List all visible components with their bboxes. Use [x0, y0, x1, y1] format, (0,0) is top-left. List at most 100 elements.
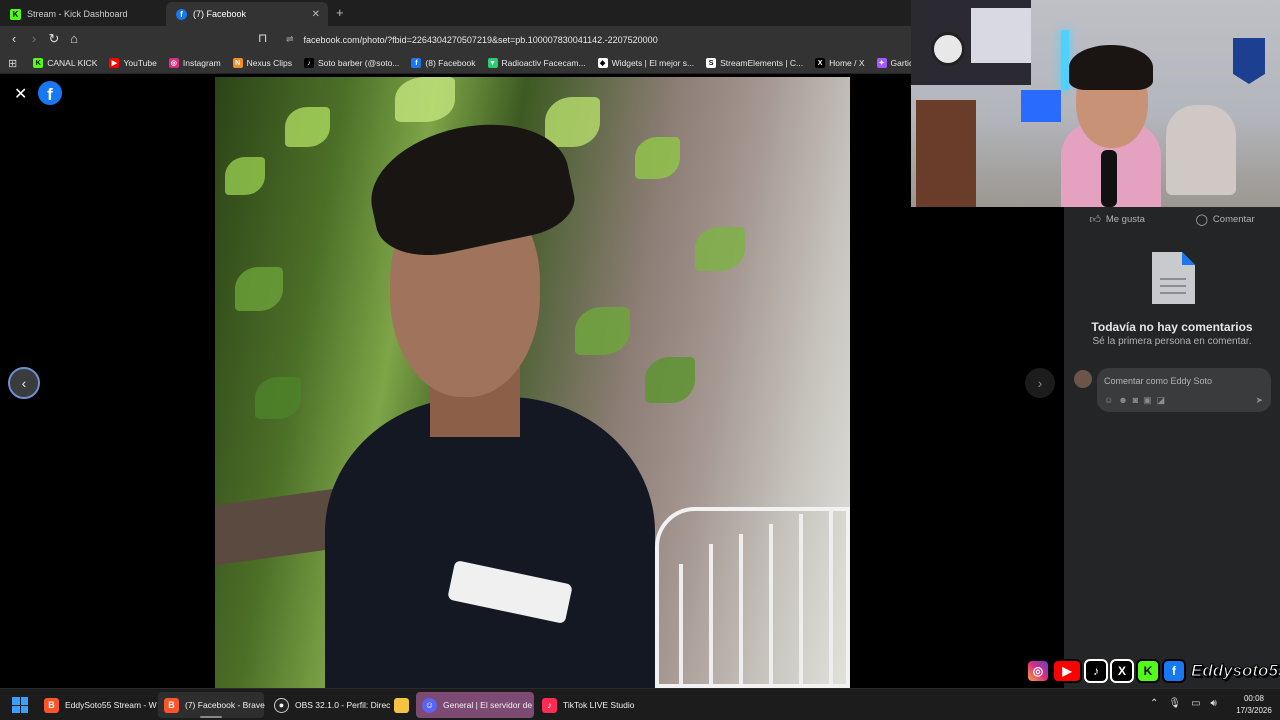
widgets-icon: ◆ [597, 58, 608, 68]
previous-photo-button[interactable]: ‹ [8, 367, 40, 399]
discord-icon: ☺ [422, 697, 437, 713]
tab-label: (7) Facebook [193, 9, 247, 19]
tab-kick-dashboard[interactable]: K Stream - Kick Dashboard [0, 2, 166, 26]
instagram-icon: ◎ [168, 58, 179, 68]
facebook-icon: f [176, 8, 187, 20]
bookmark-item[interactable]: ♪ Soto barber (@soto... [304, 58, 399, 68]
taskbar-item-file-explorer[interactable] [388, 692, 414, 718]
tiktok-icon: ♪ [1084, 659, 1108, 683]
tab-facebook[interactable]: f (7) Facebook ✕ [166, 2, 328, 26]
kick-icon: K [1136, 659, 1160, 683]
bookmark-item[interactable]: X Home / X [815, 58, 865, 68]
social-handles-overlay: ◎ ▶ ♪ X K f Eddysoto55 [1026, 657, 1280, 685]
close-tab-icon[interactable]: ✕ [312, 9, 320, 20]
bookmark-item[interactable]: f (8) Facebook [411, 58, 476, 68]
taskbar-item-stream-window[interactable]: B EddySoto55 Stream - W [38, 692, 157, 718]
gif-icon[interactable]: ▣ [1143, 395, 1152, 406]
clock-date: 17/3/2026 [1236, 706, 1272, 715]
bookmark-item[interactable]: ▶ YouTube [109, 58, 157, 68]
clock-time: 00:08 [1243, 694, 1265, 703]
tab-label: Stream - Kick Dashboard [27, 9, 128, 19]
chevron-right-icon: › [1037, 375, 1043, 391]
taskbar-item-obs[interactable]: ● OBS 32.1.0 - Perfil: Direc [268, 692, 391, 718]
forward-icon[interactable]: › [26, 31, 42, 46]
volume-icon[interactable]: 🔊︎ [1211, 698, 1217, 709]
comment-button[interactable]: ◯ Comentar [1196, 208, 1255, 230]
brave-icon: B [164, 697, 179, 713]
camera-icon[interactable]: ◙ [1133, 395, 1138, 406]
next-photo-button[interactable]: › [1025, 368, 1055, 398]
x-icon: X [1110, 659, 1134, 683]
bookmark-item[interactable]: K CANAL KICK [33, 58, 97, 68]
windows-taskbar: B EddySoto55 Stream - W B (7) Facebook -… [0, 688, 1280, 720]
bookmark-label: Home / X [829, 58, 865, 68]
avatar-sticker-icon[interactable]: ☺ [1104, 395, 1113, 406]
bookmark-item[interactable]: S StreamElements | C... [706, 58, 803, 68]
streamelements-icon: S [706, 58, 717, 68]
brave-icon: B [44, 697, 59, 713]
facebook-icon: f [411, 58, 422, 68]
bookmark-label: YouTube [123, 58, 157, 68]
apps-grid-icon[interactable]: ⊞ [8, 57, 17, 70]
new-tab-icon[interactable]: + [336, 5, 344, 20]
windows-start-icon[interactable] [12, 697, 28, 713]
taskbar-item-facebook-window[interactable]: B (7) Facebook - Brave [158, 692, 265, 718]
gartic-icon: ✦ [876, 58, 887, 68]
comment-label: Comentar [1212, 213, 1255, 225]
site-info-icon[interactable]: ⇌ [286, 34, 294, 45]
home-icon[interactable]: ⌂ [66, 31, 82, 46]
chevron-left-icon: ‹ [21, 375, 27, 391]
like-label: Me gusta [1105, 213, 1145, 225]
taskbar-clock[interactable]: 00:08 17/3/2026 [1234, 693, 1274, 717]
close-icon[interactable]: ✕ [14, 84, 27, 104]
sticker-icon[interactable]: ◪ [1157, 395, 1166, 406]
youtube-icon: ▶ [109, 58, 120, 68]
send-icon[interactable]: ➤ [1255, 395, 1263, 406]
taskbar-item-tiktok-live[interactable]: ♪ TikTok LIVE Studio [536, 692, 636, 718]
bookmark-label: Widgets | El mejor s... [611, 58, 695, 68]
post-actions: 👍︎ Me gusta ◯ Comentar [1064, 208, 1280, 230]
empty-comments-subtitle: Sé la primera persona en comentar. [1092, 336, 1252, 347]
bookmark-label: (8) Facebook [425, 58, 476, 68]
facebook-icon: f [1162, 659, 1186, 683]
bookmark-item[interactable]: ◎ Instagram [168, 58, 221, 68]
bookmark-icon[interactable]: ⊓ [258, 31, 267, 45]
taskbar-item-label: OBS 32.1.0 - Perfil: Direc [295, 700, 391, 710]
bookmark-label: CANAL KICK [47, 58, 98, 68]
nexus-icon: N [232, 58, 243, 68]
bookmark-item[interactable]: N Nexus Clips [232, 58, 292, 68]
comment-input[interactable]: Comentar como Eddy Soto ☺ ☻ ◙ ▣ ◪ ➤ [1097, 368, 1271, 412]
comment-placeholder: Comentar como Eddy Soto [1104, 376, 1213, 386]
webcam-overlay [911, 0, 1280, 207]
back-icon[interactable]: ‹ [6, 31, 22, 46]
microphone-icon[interactable]: 🎙︎ [1168, 698, 1181, 709]
bookmark-label: Soto barber (@soto... [318, 58, 400, 68]
avatar[interactable] [1074, 370, 1092, 388]
like-button[interactable]: 👍︎ Me gusta [1089, 208, 1145, 230]
monitor-icon[interactable]: ▭ [1191, 698, 1200, 709]
tiktok-icon: ♪ [542, 697, 557, 713]
reload-icon[interactable]: ↻ [46, 31, 62, 47]
comment-bubble-icon: ◯ [1195, 213, 1208, 226]
url-field[interactable]: ⇌ facebook.com/photo/?fbid=2264304270507… [276, 29, 916, 50]
x-icon: X [815, 58, 826, 68]
comment-tools: ☺ ☻ ◙ ▣ ◪ [1104, 395, 1165, 406]
bookmark-label: Radioactiv Facecam... [501, 58, 586, 68]
instagram-icon: ◎ [1026, 659, 1050, 683]
chevron-up-icon[interactable]: ⌃ [1150, 698, 1158, 709]
system-tray: ⌃ 🎙︎ ▭ 🔊︎ [1150, 698, 1217, 709]
taskbar-item-label: EddySoto55 Stream - W [65, 700, 157, 710]
bookmark-item[interactable]: ◆ Widgets | El mejor s... [597, 58, 695, 68]
kick-icon: K [10, 8, 21, 20]
folder-icon [394, 697, 409, 713]
url-text: facebook.com/photo/?fbid=226430427050721… [303, 34, 658, 45]
taskbar-item-label: TikTok LIVE Studio [563, 700, 635, 710]
taskbar-item-label: General | El servidor de [443, 700, 533, 710]
emoji-icon[interactable]: ☻ [1118, 395, 1127, 406]
photo-image [215, 77, 850, 688]
bookmark-item[interactable]: ▼ Radioactiv Facecam... [487, 58, 586, 68]
facebook-logo-icon[interactable]: f [38, 81, 62, 105]
streamer-handle: Eddysoto55 [1190, 661, 1280, 681]
taskbar-item-discord[interactable]: ☺ General | El servidor de [416, 692, 534, 718]
empty-comments-title: Todavía no hay comentarios [1091, 320, 1253, 334]
